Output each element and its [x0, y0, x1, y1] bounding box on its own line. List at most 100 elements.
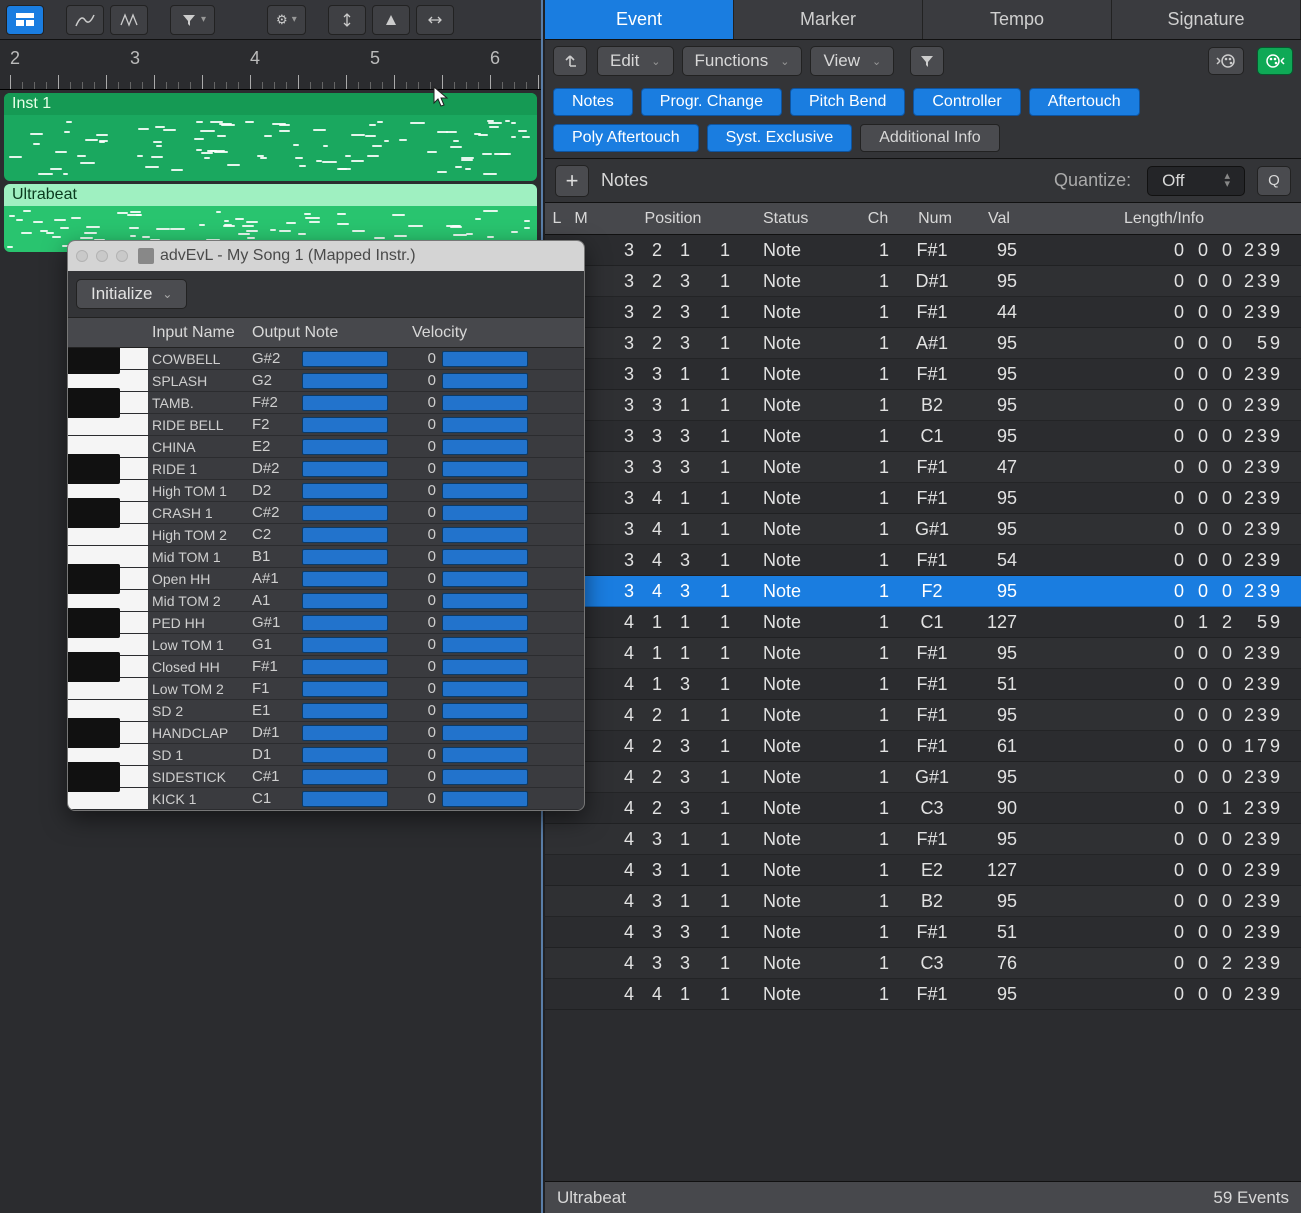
tab-event[interactable]: Event [545, 0, 734, 39]
output-note[interactable]: A#1 [252, 570, 296, 587]
mapping-row[interactable]: High TOM 2C20 [68, 524, 584, 546]
mapping-row[interactable]: Low TOM 2F10 [68, 678, 584, 700]
event-position[interactable]: 3231 [593, 333, 753, 354]
timeline-ruler[interactable]: 23456 [0, 40, 541, 90]
event-channel[interactable]: 1 [857, 457, 899, 478]
output-note[interactable]: C#2 [252, 504, 296, 521]
event-status[interactable]: Note [753, 612, 857, 633]
event-position[interactable]: 4311 [593, 829, 753, 850]
event-position[interactable]: 3311 [593, 395, 753, 416]
event-row[interactable]: 3231Note1F#144000239 [545, 297, 1301, 328]
event-num[interactable]: F#1 [899, 674, 971, 695]
event-position[interactable]: 4411 [593, 984, 753, 1005]
event-val[interactable]: 127 [971, 860, 1027, 881]
velocity-value[interactable]: 0 [412, 504, 436, 521]
event-channel[interactable]: 1 [857, 271, 899, 292]
mapping-row[interactable]: TAMB.F#20 [68, 392, 584, 414]
event-channel[interactable]: 1 [857, 395, 899, 416]
event-row[interactable]: 3231Note1A#19500059 [545, 328, 1301, 359]
view-menu[interactable]: View⌄ [810, 46, 894, 76]
col-position[interactable]: Position [593, 210, 753, 228]
event-status[interactable]: Note [753, 333, 857, 354]
velocity-slider[interactable] [442, 703, 528, 719]
event-row[interactable]: 4311Note1F#195000239 [545, 824, 1301, 855]
catch-filter-button[interactable] [910, 46, 944, 76]
velocity-slider[interactable] [442, 769, 528, 785]
output-note[interactable]: D#1 [252, 724, 296, 741]
event-length[interactable]: 000239 [1027, 302, 1301, 323]
view-mode-button[interactable] [6, 5, 44, 35]
event-val[interactable]: 95 [971, 240, 1027, 261]
mapping-row[interactable]: RIDE BELLF20 [68, 414, 584, 436]
event-row[interactable]: 4331Note1C376002239 [545, 948, 1301, 979]
velocity-slider[interactable] [442, 637, 528, 653]
event-row[interactable]: 3211Note1F#195000239 [545, 235, 1301, 266]
output-note[interactable]: F#1 [252, 658, 296, 675]
event-status[interactable]: Note [753, 674, 857, 695]
piano-key[interactable] [68, 612, 148, 633]
event-status[interactable]: Note [753, 953, 857, 974]
event-channel[interactable]: 1 [857, 426, 899, 447]
velocity-value[interactable]: 0 [412, 724, 436, 741]
event-grid-body[interactable]: 3211Note1F#1950002393231Note1D#195000239… [545, 235, 1301, 1010]
event-num[interactable]: F#1 [899, 922, 971, 943]
velocity-slider[interactable] [442, 395, 528, 411]
fade-handle-button[interactable] [372, 5, 410, 35]
event-status[interactable]: Note [753, 798, 857, 819]
event-status[interactable]: Note [753, 271, 857, 292]
event-status[interactable]: Note [753, 395, 857, 416]
velocity-value[interactable]: 0 [412, 438, 436, 455]
event-row[interactable]: 4411Note1F#195000239 [545, 979, 1301, 1010]
event-channel[interactable]: 1 [857, 581, 899, 602]
velocity-value[interactable]: 0 [412, 768, 436, 785]
event-num[interactable]: F#1 [899, 829, 971, 850]
event-val[interactable]: 47 [971, 457, 1027, 478]
output-note[interactable]: G#1 [252, 614, 296, 631]
velocity-value[interactable]: 0 [412, 680, 436, 697]
event-length[interactable]: 01259 [1027, 612, 1301, 633]
event-position[interactable]: 4211 [593, 705, 753, 726]
velocity-value[interactable]: 0 [412, 614, 436, 631]
event-num[interactable]: C3 [899, 953, 971, 974]
col-num[interactable]: Num [899, 210, 971, 228]
event-row[interactable]: 4231Note1F#161000179 [545, 731, 1301, 762]
output-note-slider[interactable] [302, 791, 388, 807]
event-num[interactable]: F2 [899, 581, 971, 602]
velocity-value[interactable]: 0 [412, 636, 436, 653]
event-val[interactable]: 90 [971, 798, 1027, 819]
event-channel[interactable]: 1 [857, 240, 899, 261]
event-length[interactable]: 000239 [1027, 519, 1301, 540]
event-val[interactable]: 54 [971, 550, 1027, 571]
event-channel[interactable]: 1 [857, 922, 899, 943]
quantize-select[interactable]: Off ▴▾ [1147, 166, 1245, 196]
output-note[interactable]: F2 [252, 416, 296, 433]
velocity-slider[interactable] [442, 527, 528, 543]
event-status[interactable]: Note [753, 860, 857, 881]
event-row[interactable]: 3311Note1F#195000239 [545, 359, 1301, 390]
velocity-slider[interactable] [442, 373, 528, 389]
velocity-slider[interactable] [442, 593, 528, 609]
event-channel[interactable]: 1 [857, 488, 899, 509]
output-note[interactable]: G#2 [252, 350, 296, 367]
velocity-value[interactable]: 0 [412, 746, 436, 763]
output-note-slider[interactable] [302, 461, 388, 477]
hierarchy-up-button[interactable] [553, 46, 587, 76]
event-num[interactable]: C1 [899, 612, 971, 633]
event-status[interactable]: Note [753, 736, 857, 757]
event-val[interactable]: 95 [971, 705, 1027, 726]
piano-key[interactable] [68, 458, 148, 479]
event-val[interactable]: 95 [971, 643, 1027, 664]
event-length[interactable]: 000239 [1027, 705, 1301, 726]
event-position[interactable]: 3311 [593, 364, 753, 385]
event-val[interactable]: 95 [971, 891, 1027, 912]
event-position[interactable]: 3331 [593, 426, 753, 447]
event-channel[interactable]: 1 [857, 550, 899, 571]
event-val[interactable]: 61 [971, 736, 1027, 757]
velocity-value[interactable]: 0 [412, 460, 436, 477]
event-status[interactable]: Note [753, 364, 857, 385]
event-length[interactable]: 000239 [1027, 581, 1301, 602]
event-num[interactable]: F#1 [899, 488, 971, 509]
event-length[interactable]: 000239 [1027, 829, 1301, 850]
event-num[interactable]: F#1 [899, 302, 971, 323]
event-val[interactable]: 51 [971, 922, 1027, 943]
